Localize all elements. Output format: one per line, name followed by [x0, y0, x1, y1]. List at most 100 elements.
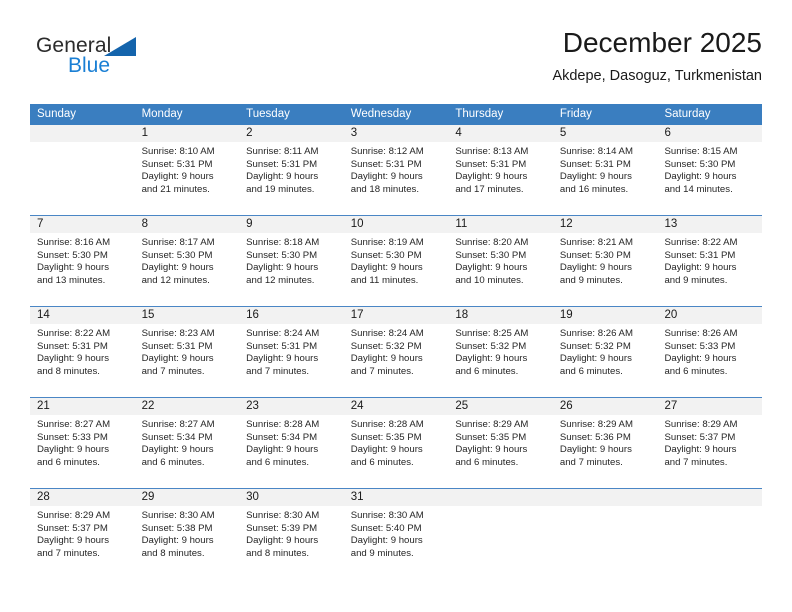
day-number: 17 [343, 307, 449, 324]
calendar-week-row: 7 Sunrise: 8:16 AM Sunset: 5:30 PM Daylight… [30, 215, 763, 306]
calendar-day-cell[interactable]: 4 Sunrise: 8:13 AM Sunset: 5:31 PM Daylight… [448, 125, 553, 215]
day-daylight-line2-text: and 6 minutes. [455, 365, 519, 377]
day-sunset-text: Sunset: 5:30 PM [664, 158, 736, 170]
calendar-day-cell[interactable]: 20 Sunrise: 8:26 AM Sunset: 5:33 PM Dayligh… [657, 307, 763, 397]
day-daylight-line1-text: Daylight: 9 hours [664, 353, 737, 365]
day-daylight-line2-text: and 11 minutes. [350, 274, 419, 286]
day-sunset-text: Sunset: 5:31 PM [141, 158, 213, 170]
calendar-day-cell[interactable]: 17 Sunrise: 8:24 AM Sunset: 5:32 PM Dayligh… [343, 307, 449, 397]
day-sunset-text: Sunset: 5:32 PM [455, 340, 527, 352]
day-sun-info: Sunrise: 8:29 AM Sunset: 5:35 PM Daylight:… [448, 415, 553, 475]
calendar-day-cell[interactable]: 7 Sunrise: 8:16 AM Sunset: 5:30 PM Daylight… [30, 216, 135, 306]
day-daylight-line1-text: Daylight: 9 hours [141, 262, 214, 274]
day-number: 24 [343, 398, 449, 415]
calendar-day-cell[interactable]: 15 Sunrise: 8:23 AM Sunset: 5:31 PM Dayligh… [134, 307, 240, 397]
day-sunset-text: Sunset: 5:31 PM [246, 158, 318, 170]
day-daylight-line1-text: Daylight: 9 hours [246, 444, 319, 456]
calendar-day-cell[interactable]: 22 Sunrise: 8:27 AM Sunset: 5:34 PM Dayligh… [134, 398, 240, 488]
day-number: 29 [134, 489, 240, 506]
calendar-day-cell[interactable]: 30 Sunrise: 8:30 AM Sunset: 5:39 PM Dayligh… [239, 489, 344, 579]
day-sunset-text: Sunset: 5:38 PM [141, 522, 213, 534]
day-sunset-text: Sunset: 5:30 PM [559, 249, 631, 261]
day-sun-info: Sunrise: 8:13 AM Sunset: 5:31 PM Daylight:… [448, 142, 553, 202]
day-sunset-text: Sunset: 5:30 PM [350, 249, 422, 261]
day-daylight-line1-text: Daylight: 9 hours [37, 535, 109, 547]
calendar-week-row: 1 Sunrise: 8:10 AM Sunset: 5:31 PM Daylight… [30, 125, 763, 215]
calendar-day-cell[interactable]: 14 Sunrise: 8:22 AM Sunset: 5:31 PM Dayligh… [30, 307, 135, 397]
day-number: 16 [239, 307, 344, 324]
calendar-day-cell[interactable]: 13 Sunrise: 8:22 AM Sunset: 5:31 PM Dayligh… [657, 216, 763, 306]
calendar-day-cell[interactable]: 2 Sunrise: 8:11 AM Sunset: 5:31 PM Daylight… [239, 125, 344, 215]
calendar-day-cell[interactable]: 19 Sunrise: 8:26 AM Sunset: 5:32 PM Dayligh… [552, 307, 658, 397]
calendar-day-cell[interactable]: 31 Sunrise: 8:30 AM Sunset: 5:40 PM Dayligh… [343, 489, 449, 579]
calendar-day-cell[interactable]: 8 Sunrise: 8:17 AM Sunset: 5:30 PM Daylight… [134, 216, 240, 306]
calendar-day-cell[interactable]: 1 Sunrise: 8:10 AM Sunset: 5:31 PM Daylight… [134, 125, 240, 215]
calendar-day-cell[interactable]: 11 Sunrise: 8:20 AM Sunset: 5:30 PM Dayligh… [448, 216, 553, 306]
day-daylight-line1-text: Daylight: 9 hours [350, 171, 423, 183]
weekday-header-monday: Monday [141, 108, 183, 120]
day-sun-info: Sunrise: 8:20 AM Sunset: 5:30 PM Daylight:… [448, 233, 553, 293]
day-sunset-text: Sunset: 5:31 PM [664, 249, 736, 261]
day-sunrise-text: Sunrise: 8:27 AM [37, 419, 111, 430]
day-sun-info: Sunrise: 8:10 AM Sunset: 5:31 PM Daylight:… [135, 142, 240, 202]
day-number [657, 489, 763, 506]
day-sun-info: Sunrise: 8:21 AM Sunset: 5:30 PM Daylight:… [553, 233, 658, 293]
day-sunrise-text: Sunrise: 8:16 AM [37, 237, 111, 248]
calendar-day-cell[interactable]: 21 Sunrise: 8:27 AM Sunset: 5:33 PM Dayligh… [30, 398, 135, 488]
day-daylight-line1-text: Daylight: 9 hours [455, 444, 528, 456]
calendar-day-cell[interactable]: 24 Sunrise: 8:28 AM Sunset: 5:35 PM Dayligh… [343, 398, 449, 488]
day-daylight-line2-text: and 7 minutes. [559, 456, 623, 468]
day-sun-info: Sunrise: 8:30 AM Sunset: 5:40 PM Daylight:… [344, 506, 449, 566]
day-daylight-line2-text: and 8 minutes. [141, 547, 205, 559]
day-number: 12 [552, 216, 658, 233]
calendar-day-cell[interactable]: 18 Sunrise: 8:25 AM Sunset: 5:32 PM Dayligh… [448, 307, 553, 397]
calendar-grid: Sunday Monday Tuesday Wednesday Thursday… [30, 104, 763, 579]
day-sunrise-text: Sunrise: 8:14 AM [559, 146, 633, 157]
page-subtitle: Akdepe, Dasoguz, Turkmenistan [552, 68, 762, 84]
calendar-day-cell[interactable]: 6 Sunrise: 8:15 AM Sunset: 5:30 PM Daylight… [657, 125, 763, 215]
calendar-day-cell[interactable]: 23 Sunrise: 8:28 AM Sunset: 5:34 PM Dayligh… [239, 398, 344, 488]
calendar-day-cell[interactable]: 16 Sunrise: 8:24 AM Sunset: 5:31 PM Dayligh… [239, 307, 344, 397]
calendar-day-cell[interactable]: 28 Sunrise: 8:29 AM Sunset: 5:37 PM Dayligh… [30, 489, 135, 579]
calendar-day-cell[interactable]: 12 Sunrise: 8:21 AM Sunset: 5:30 PM Dayligh… [552, 216, 658, 306]
calendar-day-cell[interactable]: 25 Sunrise: 8:29 AM Sunset: 5:35 PM Dayligh… [448, 398, 553, 488]
day-daylight-line2-text: and 10 minutes. [455, 274, 524, 286]
day-daylight-line1-text: Daylight: 9 hours [37, 444, 109, 456]
day-number: 1 [134, 125, 240, 142]
calendar-day-cell-empty [30, 125, 135, 215]
calendar-day-cell-empty [657, 489, 763, 579]
day-sunset-text: Sunset: 5:39 PM [246, 522, 318, 534]
general-blue-logo[interactable]: General Blue [36, 34, 236, 90]
day-number: 10 [343, 216, 449, 233]
day-daylight-line2-text: and 12 minutes. [246, 274, 315, 286]
calendar-weeks: 1 Sunrise: 8:10 AM Sunset: 5:31 PM Daylight… [30, 125, 763, 579]
day-daylight-line2-text: and 17 minutes. [455, 183, 524, 195]
day-daylight-line1-text: Daylight: 9 hours [141, 444, 214, 456]
day-daylight-line2-text: and 9 minutes. [350, 547, 414, 559]
day-sunrise-text: Sunrise: 8:26 AM [664, 328, 738, 339]
day-number: 3 [343, 125, 449, 142]
calendar-day-cell[interactable]: 9 Sunrise: 8:18 AM Sunset: 5:30 PM Daylight… [239, 216, 344, 306]
day-number: 26 [552, 398, 658, 415]
day-sunrise-text: Sunrise: 8:28 AM [246, 419, 320, 430]
day-daylight-line1-text: Daylight: 9 hours [37, 262, 109, 274]
day-sun-info: Sunrise: 8:23 AM Sunset: 5:31 PM Daylight:… [135, 324, 240, 384]
calendar-day-cell[interactable]: 5 Sunrise: 8:14 AM Sunset: 5:31 PM Daylight… [552, 125, 658, 215]
day-number: 20 [657, 307, 763, 324]
day-daylight-line2-text: and 7 minutes. [141, 365, 205, 377]
calendar-day-cell[interactable]: 27 Sunrise: 8:29 AM Sunset: 5:37 PM Dayligh… [657, 398, 763, 488]
calendar-day-cell[interactable]: 29 Sunrise: 8:30 AM Sunset: 5:38 PM Dayligh… [134, 489, 240, 579]
day-sunrise-text: Sunrise: 8:27 AM [141, 419, 215, 430]
day-sunrise-text: Sunrise: 8:15 AM [664, 146, 738, 157]
day-sun-info: Sunrise: 8:24 AM Sunset: 5:31 PM Daylight:… [239, 324, 344, 384]
weekday-header-tuesday: Tuesday [246, 108, 290, 120]
day-sunrise-text: Sunrise: 8:29 AM [664, 419, 738, 430]
day-sunset-text: Sunset: 5:31 PM [559, 158, 631, 170]
calendar-day-cell[interactable]: 26 Sunrise: 8:29 AM Sunset: 5:36 PM Dayligh… [552, 398, 658, 488]
day-number [30, 125, 135, 142]
day-sunset-text: Sunset: 5:34 PM [246, 431, 318, 443]
calendar-day-cell[interactable]: 3 Sunrise: 8:12 AM Sunset: 5:31 PM Daylight… [343, 125, 449, 215]
day-number [552, 489, 658, 506]
weekday-header-saturday: Saturday [664, 108, 711, 120]
calendar-day-cell[interactable]: 10 Sunrise: 8:19 AM Sunset: 5:30 PM Dayligh… [343, 216, 449, 306]
